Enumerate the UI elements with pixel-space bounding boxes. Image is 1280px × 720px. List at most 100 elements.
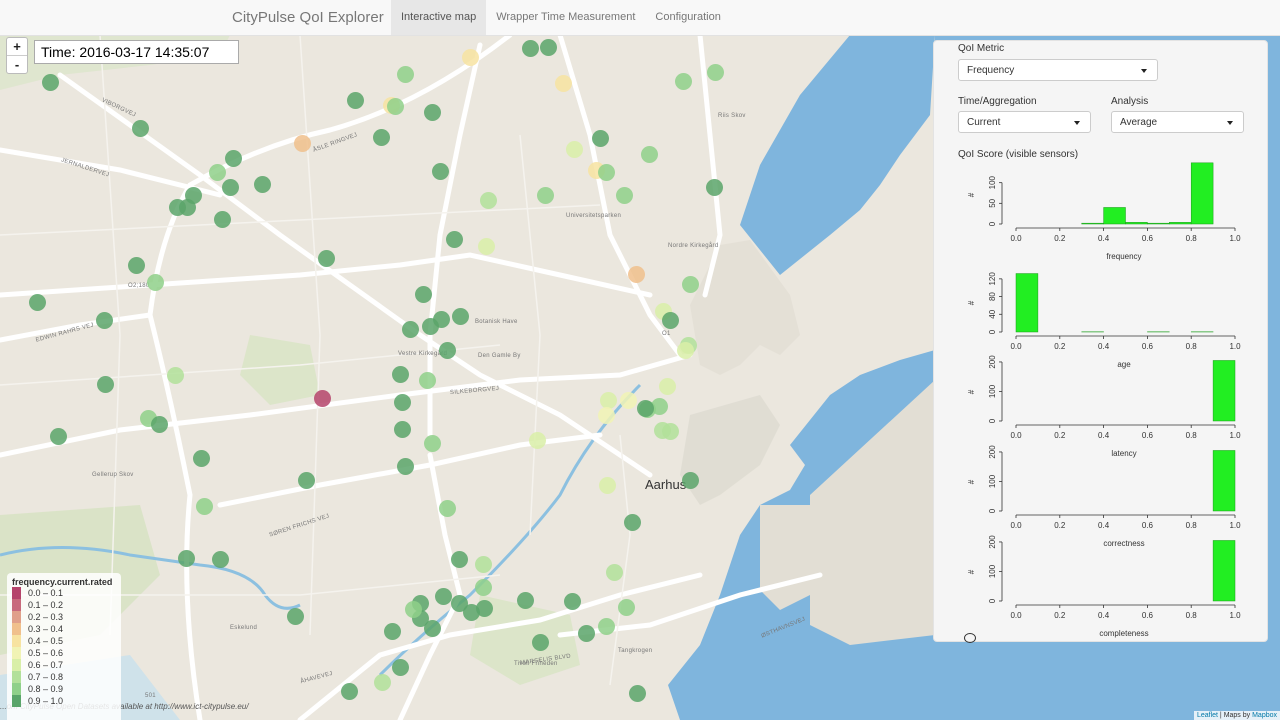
sensor-marker[interactable] [477,237,495,255]
sensor-marker[interactable] [539,38,557,56]
sensor-marker[interactable] [461,48,479,66]
sensor-marker[interactable] [617,598,635,616]
sensor-marker[interactable] [224,149,242,167]
sensor-marker[interactable] [373,673,391,691]
sensor-marker[interactable] [177,549,195,567]
sensor-marker[interactable] [474,578,492,596]
sensor-marker[interactable] [49,427,67,445]
sensor-marker[interactable] [640,145,658,163]
sensor-marker[interactable] [521,39,539,57]
sensor-marker[interactable] [599,391,617,409]
sensor-marker[interactable] [658,377,676,395]
sensor-marker[interactable] [208,163,226,181]
sensor-marker[interactable] [221,178,239,196]
tab-interactive-map[interactable]: Interactive map [391,0,487,35]
sensor-marker[interactable] [451,307,469,325]
sensor-marker[interactable] [628,684,646,702]
sensor-marker[interactable] [253,175,271,193]
sensor-marker[interactable] [286,607,304,625]
sensor-marker[interactable] [676,341,694,359]
sensor-marker[interactable] [563,592,581,610]
sensor-marker[interactable] [131,119,149,137]
leaflet-link[interactable]: Leaflet [1197,712,1218,719]
sensor-marker[interactable] [438,341,456,359]
sensor-marker[interactable] [681,275,699,293]
sensor-marker[interactable] [391,658,409,676]
sensor-marker[interactable] [95,311,113,329]
sensor-marker[interactable] [414,285,432,303]
sensor-marker[interactable] [516,591,534,609]
sensor-marker[interactable] [636,399,654,417]
sensor-marker[interactable] [438,499,456,517]
sensor-marker[interactable] [423,619,441,637]
sensor-marker[interactable] [423,103,441,121]
sensor-marker[interactable] [127,256,145,274]
sensor-marker[interactable] [195,497,213,515]
sensor-marker[interactable] [661,311,679,329]
sensor-marker[interactable] [536,186,554,204]
app-brand[interactable]: CityPulse QoI Explorer [232,9,384,26]
sensor-marker[interactable] [178,198,196,216]
sensor-marker[interactable] [591,129,609,147]
sensor-marker[interactable] [674,72,692,90]
sensor-marker[interactable] [661,422,679,440]
sensor-marker[interactable] [597,163,615,181]
sensor-marker[interactable] [681,471,699,489]
sensor-marker[interactable] [192,449,210,467]
sensor-marker[interactable] [554,74,572,92]
sensor-marker[interactable] [396,65,414,83]
sensor-marker[interactable] [386,97,404,115]
sensor-marker[interactable] [623,513,641,531]
zoom-in-button[interactable]: + [7,38,27,55]
sensor-marker[interactable] [393,420,411,438]
sensor-marker[interactable] [474,555,492,573]
sensor-marker[interactable] [150,415,168,433]
mapbox-link[interactable]: Mapbox [1252,712,1277,719]
sensor-marker[interactable] [317,249,335,267]
sensor-marker[interactable] [598,476,616,494]
sensor-marker[interactable] [393,393,411,411]
sensor-marker[interactable] [479,191,497,209]
sensor-marker[interactable] [423,434,441,452]
sensor-marker[interactable] [383,622,401,640]
sensor-marker[interactable] [391,365,409,383]
sensor-marker[interactable] [531,633,549,651]
sensor-marker[interactable] [346,91,364,109]
sensor-marker[interactable] [293,134,311,152]
sensor-marker[interactable] [431,162,449,180]
sensor-marker[interactable] [619,391,637,409]
sensor-marker[interactable] [705,178,723,196]
sensor-marker[interactable] [404,600,422,618]
sensor-marker[interactable] [528,431,546,449]
sensor-marker[interactable] [396,457,414,475]
sensor-marker[interactable] [418,371,436,389]
sensor-marker[interactable] [313,389,331,407]
sensor-marker[interactable] [372,128,390,146]
sensor-marker[interactable] [434,587,452,605]
sensor-marker[interactable] [627,265,645,283]
sensor-marker[interactable] [166,366,184,384]
sensor-marker[interactable] [615,186,633,204]
sensor-marker[interactable] [605,563,623,581]
sensor-marker[interactable] [28,293,46,311]
tab-wrapper-time-measurement[interactable]: Wrapper Time Measurement [486,0,645,35]
tab-configuration[interactable]: Configuration [645,0,730,35]
sensor-marker[interactable] [597,617,615,635]
sensor-marker[interactable] [211,550,229,568]
sensor-marker[interactable] [450,550,468,568]
sensor-marker[interactable] [706,63,724,81]
sensor-marker[interactable] [297,471,315,489]
sensor-marker[interactable] [445,230,463,248]
sensor-marker[interactable] [432,310,450,328]
sensor-marker[interactable] [475,599,493,617]
sensor-marker[interactable] [577,624,595,642]
sensor-marker[interactable] [96,375,114,393]
sensor-marker[interactable] [401,320,419,338]
sensor-marker[interactable] [146,273,164,291]
sensor-marker[interactable] [213,210,231,228]
sensor-marker[interactable] [597,406,615,424]
zoom-out-button[interactable]: - [7,55,27,73]
sensor-marker[interactable] [41,73,59,91]
sensor-marker[interactable] [340,682,358,700]
sensor-marker[interactable] [565,140,583,158]
